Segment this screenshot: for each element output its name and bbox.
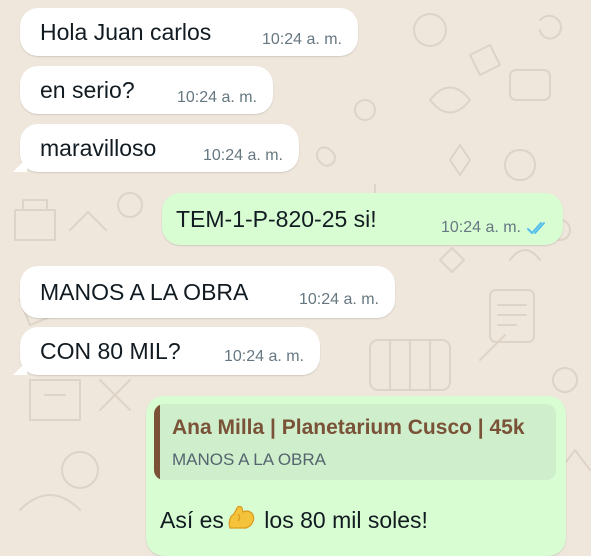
double-check-icon	[527, 222, 545, 234]
incoming-message[interactable]: maravilloso 10:24 a. m.	[13, 124, 299, 172]
quoted-text: MANOS A LA OBRA	[172, 450, 327, 469]
incoming-message[interactable]: CON 80 MIL? 10:24 a. m.	[13, 327, 320, 375]
message-text: CON 80 MIL?	[40, 338, 181, 364]
message-text: Así es los 80 mil soles!	[160, 504, 428, 532]
message-time: 10:24 a. m.	[440, 219, 521, 236]
incoming-message[interactable]: MANOS A LA OBRA 10:24 a. m.	[20, 266, 395, 318]
quoted-message[interactable]: Ana Milla | Planetarium Cusco | 45k MANO…	[154, 404, 556, 480]
message-text: MANOS A LA OBRA	[40, 279, 249, 305]
quote-accent-bar	[154, 404, 160, 480]
conversation: Hola Juan carlos 10:24 a. m. en serio? 1…	[0, 0, 591, 556]
message-text: Hola Juan carlos	[40, 19, 212, 45]
outgoing-message[interactable]: TEM-1-P-820-25 si! 10:24 a. m.	[162, 193, 563, 245]
bubble-tail	[13, 361, 27, 375]
bubble-tail	[13, 158, 27, 172]
message-text: maravilloso	[40, 135, 157, 161]
incoming-message[interactable]: Hola Juan carlos 10:24 a. m.	[20, 8, 358, 56]
message-meta: 10:24 a. m.	[441, 220, 549, 236]
message-time: 10:24 a. m.	[202, 147, 283, 164]
message-text: en serio?	[40, 77, 135, 103]
flexed-biceps-icon	[226, 504, 256, 532]
quoted-author: Ana Milla | Planetarium Cusco | 45k	[172, 416, 525, 439]
message-time: 10:24 a. m.	[176, 89, 257, 106]
message-time: 10:24 a. m.	[223, 348, 304, 365]
message-time: 10:24 a. m.	[298, 291, 379, 308]
message-text: TEM-1-P-820-25 si!	[176, 206, 377, 232]
outgoing-reply-message[interactable]: Ana Milla | Planetarium Cusco | 45k MANO…	[146, 396, 566, 556]
incoming-message[interactable]: en serio? 10:24 a. m.	[20, 66, 273, 114]
message-time: 10:24 a. m.	[261, 31, 342, 48]
